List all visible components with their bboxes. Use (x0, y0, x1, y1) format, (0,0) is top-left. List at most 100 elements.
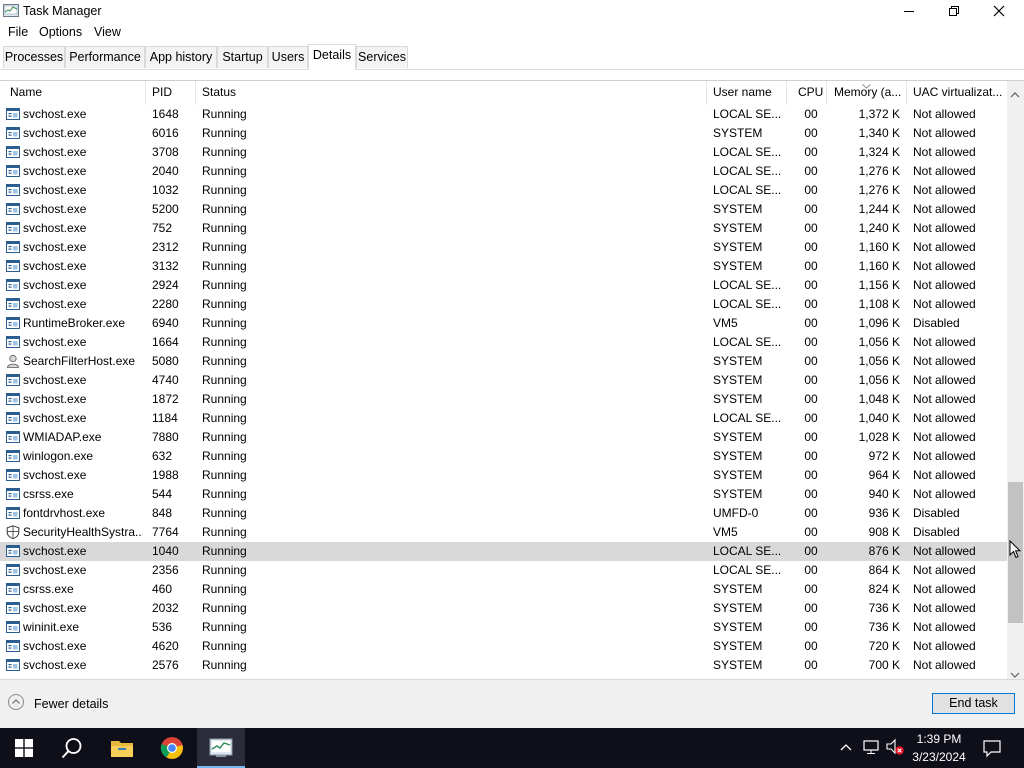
cell-user: SYSTEM (713, 202, 763, 216)
table-row[interactable]: svchost.exe 1872 Running SYSTEM 00 1,048 K Not… (0, 390, 1007, 409)
table-row[interactable]: SecurityHealthSystra... 7764 Running VM5 00 9… (0, 523, 1007, 542)
table-row[interactable]: wininit.exe 536 Running SYSTEM 00 736 K Not al… (0, 618, 1007, 637)
cell-uac: Not allowed (913, 221, 976, 235)
cell-name: csrss.exe (23, 582, 74, 596)
window-title: Task Manager (23, 4, 102, 18)
notifications-icon[interactable] (982, 738, 1002, 761)
tab-services[interactable]: Services (356, 46, 408, 68)
fewer-details-link[interactable]: Fewer details (34, 697, 108, 711)
table-row[interactable]: svchost.exe 2356 Running LOCAL SE... 00 864 K… (0, 561, 1007, 580)
table-row[interactable]: svchost.exe 3708 Running LOCAL SE... 00 1,324… (0, 143, 1007, 162)
menu-view[interactable]: View (94, 25, 121, 39)
clock-time[interactable]: 1:39 PM (900, 732, 978, 746)
service-icon (6, 316, 20, 330)
tab-users[interactable]: Users (268, 46, 308, 68)
chrome-icon[interactable] (148, 728, 196, 768)
cell-uac: Not allowed (913, 487, 976, 501)
table-row[interactable]: RuntimeBroker.exe 6940 Running VM5 00 1,096 K… (0, 314, 1007, 333)
cell-memory: 736 K (868, 601, 900, 615)
table-row[interactable]: svchost.exe 6016 Running SYSTEM 00 1,340 K Not… (0, 124, 1007, 143)
column-header-cpu[interactable]: CPU (798, 85, 823, 99)
column-header-status[interactable]: Status (202, 85, 236, 99)
cell-cpu: 00 (804, 164, 818, 178)
column-header-uac[interactable]: UAC virtualizat... (913, 85, 1002, 99)
table-row[interactable]: svchost.exe 4740 Running SYSTEM 00 1,056 K Not… (0, 371, 1007, 390)
cell-name: RuntimeBroker.exe (23, 316, 126, 330)
column-divider[interactable] (906, 81, 907, 105)
cell-pid: 6016 (152, 126, 179, 140)
search-icon[interactable] (48, 728, 96, 768)
tab-performance[interactable]: Performance (65, 46, 145, 68)
cell-uac: Not allowed (913, 392, 976, 406)
table-row[interactable]: svchost.exe 1648 Running LOCAL SE... 00 1,372… (0, 105, 1007, 124)
column-divider[interactable] (145, 81, 146, 105)
restore-button[interactable] (931, 0, 977, 22)
task-manager-taskbar-icon[interactable] (197, 728, 245, 768)
table-row[interactable]: csrss.exe 460 Running SYSTEM 00 824 K Not allo… (0, 580, 1007, 599)
table-row[interactable]: svchost.exe 2924 Running LOCAL SE... 00 1,156… (0, 276, 1007, 295)
column-header-memory[interactable]: Memory (a... (834, 85, 901, 99)
cell-name: svchost.exe (23, 658, 87, 672)
table-row[interactable]: svchost.exe 1032 Running LOCAL SE... 00 1,276… (0, 181, 1007, 200)
cell-name: svchost.exe (23, 126, 87, 140)
table-row[interactable]: svchost.exe 2032 Running SYSTEM 00 736 K Not a… (0, 599, 1007, 618)
table-row[interactable]: fontdrvhost.exe 848 Running UMFD-0 00 936 K Di… (0, 504, 1007, 523)
table-row[interactable]: svchost.exe 1184 Running LOCAL SE... 00 1,040… (0, 409, 1007, 428)
table-row[interactable]: svchost.exe 5200 Running SYSTEM 00 1,244 K Not… (0, 200, 1007, 219)
minimize-button[interactable] (886, 0, 932, 22)
cell-user: SYSTEM (713, 449, 763, 463)
cell-memory: 1,040 K (858, 411, 900, 425)
table-row[interactable]: svchost.exe 2040 Running LOCAL SE... 00 1,276… (0, 162, 1007, 181)
cell-name: svchost.exe (23, 601, 87, 615)
tab-details[interactable]: Details (308, 44, 356, 70)
file-explorer-icon[interactable] (98, 728, 146, 768)
network-icon[interactable] (862, 739, 880, 758)
tab-startup[interactable]: Startup (217, 46, 268, 68)
cell-cpu: 00 (804, 221, 818, 235)
cell-cpu: 00 (804, 107, 818, 121)
table-row[interactable]: svchost.exe 3132 Running SYSTEM 00 1,160 K Not… (0, 257, 1007, 276)
cell-cpu: 00 (804, 487, 818, 501)
scroll-up-icon[interactable] (1010, 87, 1020, 101)
cell-memory: 936 K (868, 506, 900, 520)
cell-cpu: 00 (804, 658, 818, 672)
table-row[interactable]: svchost.exe 4620 Running SYSTEM 00 720 K Not a… (0, 637, 1007, 656)
column-divider[interactable] (786, 81, 787, 105)
cell-memory: 736 K (868, 620, 900, 634)
cell-status: Running (202, 316, 247, 330)
column-divider[interactable] (826, 81, 827, 105)
cell-uac: Not allowed (913, 582, 976, 596)
footer-bar (0, 680, 1024, 728)
service-icon (6, 411, 20, 425)
table-row[interactable]: svchost.exe 1664 Running LOCAL SE... 00 1,056… (0, 333, 1007, 352)
menu-options[interactable]: Options (39, 25, 82, 39)
table-row[interactable]: svchost.exe 2576 Running SYSTEM 00 700 K Not a… (0, 656, 1007, 675)
column-header-pid[interactable]: PID (152, 85, 172, 99)
table-row[interactable]: csrss.exe 544 Running SYSTEM 00 940 K Not allo… (0, 485, 1007, 504)
end-task-button[interactable]: End task (932, 693, 1015, 714)
cell-name: wininit.exe (23, 620, 80, 634)
show-hidden-icons-icon[interactable] (839, 741, 853, 755)
table-row[interactable]: winlogon.exe 632 Running SYSTEM 00 972 K Not a… (0, 447, 1007, 466)
column-divider[interactable] (706, 81, 707, 105)
service-icon (6, 639, 20, 653)
tab-app-history[interactable]: App history (145, 46, 217, 68)
table-row[interactable]: svchost.exe 2312 Running SYSTEM 00 1,160 K Not… (0, 238, 1007, 257)
close-button[interactable] (976, 0, 1022, 22)
table-row[interactable]: WMIADAP.exe 7880 Running SYSTEM 00 1,028 K Not… (0, 428, 1007, 447)
clock-date[interactable]: 3/23/2024 (900, 750, 978, 764)
tab-processes[interactable]: Processes (3, 46, 65, 68)
cell-memory: 1,240 K (858, 221, 900, 235)
table-row[interactable]: SearchFilterHost.exe 5080 Running SYSTEM 00 1… (0, 352, 1007, 371)
table-row[interactable]: svchost.exe 752 Running SYSTEM 00 1,240 K Not … (0, 219, 1007, 238)
column-divider[interactable] (195, 81, 196, 105)
collapse-chevron-icon[interactable] (8, 694, 24, 710)
column-header-user[interactable]: User name (713, 85, 772, 99)
table-row[interactable]: svchost.exe 1988 Running SYSTEM 00 964 K Not a… (0, 466, 1007, 485)
column-header-name[interactable]: Name (10, 85, 42, 99)
table-row[interactable]: svchost.exe 2280 Running LOCAL SE... 00 1,108… (0, 295, 1007, 314)
cell-memory: 972 K (868, 449, 900, 463)
table-row-selected[interactable]: svchost.exe 1040 Running LOCAL SE... 00 876 K… (0, 542, 1007, 561)
start-windows-icon[interactable] (0, 728, 48, 768)
menu-file[interactable]: File (8, 25, 28, 39)
